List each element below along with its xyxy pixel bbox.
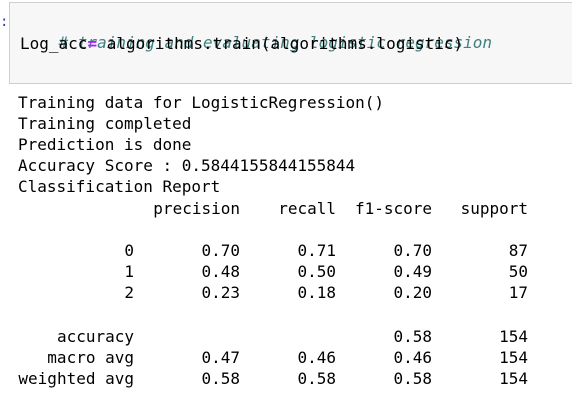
cell-support: 87: [508, 241, 528, 260]
cell-f1: 0.70: [393, 241, 432, 260]
row-label-weighted-avg: weighted avg: [18, 369, 134, 388]
cell-recall: 0.46: [297, 348, 336, 367]
output-line: Training data for LogisticRegression(): [18, 93, 385, 112]
header-recall: recall: [278, 199, 336, 218]
cell-f1: 0.49: [393, 262, 432, 281]
cell-support: 50: [508, 262, 528, 281]
cell-precision: 0.48: [201, 262, 240, 281]
classification-report-title: Classification Report: [18, 177, 221, 196]
row-label: 2: [124, 283, 134, 302]
row-label: 1: [124, 262, 134, 281]
cell-recall: 0.18: [297, 283, 336, 302]
cell-recall: 0.58: [297, 369, 336, 388]
header-f1-score: f1-score: [354, 199, 432, 218]
cell-support: 17: [508, 283, 528, 302]
cell-f1: 0.58: [393, 369, 432, 388]
cell-support: 154: [499, 369, 528, 388]
cell-precision: 0.23: [201, 283, 240, 302]
code-statement-line: Log_acc= algorithms.train(algorithms.log…: [20, 34, 463, 54]
output-line: Prediction is done: [18, 135, 192, 154]
cell-support: 154: [499, 348, 528, 367]
row-label: 0: [124, 241, 134, 260]
row-label-accuracy: accuracy: [56, 327, 134, 346]
cell-precision: 0.58: [201, 369, 240, 388]
code-variable: Log_acc: [20, 34, 88, 53]
cell-recall: 0.50: [297, 262, 336, 281]
code-call: algorithms.train(algorithms.logistic): [97, 34, 464, 53]
cell-f1: 0.58: [393, 327, 432, 346]
cell-precision: 0.70: [201, 241, 240, 260]
header-support: support: [460, 199, 528, 218]
cell-recall: 0.71: [297, 241, 336, 260]
output-line: Training completed: [18, 114, 192, 133]
code-assign-operator: =: [87, 34, 98, 53]
code-cell-input[interactable]: # training and evaluating logistic regre…: [9, 2, 572, 84]
cell-support: 154: [499, 327, 528, 346]
header-precision: precision: [153, 199, 240, 218]
cell-f1: 0.20: [393, 283, 432, 302]
cell-precision: 0.47: [201, 348, 240, 367]
cell-f1: 0.46: [393, 348, 432, 367]
cell-prompt-marker: :: [0, 14, 9, 30]
row-label-macro-avg: macro avg: [47, 348, 134, 367]
accuracy-score-line: Accuracy Score : 0.5844155844155844: [18, 156, 356, 175]
